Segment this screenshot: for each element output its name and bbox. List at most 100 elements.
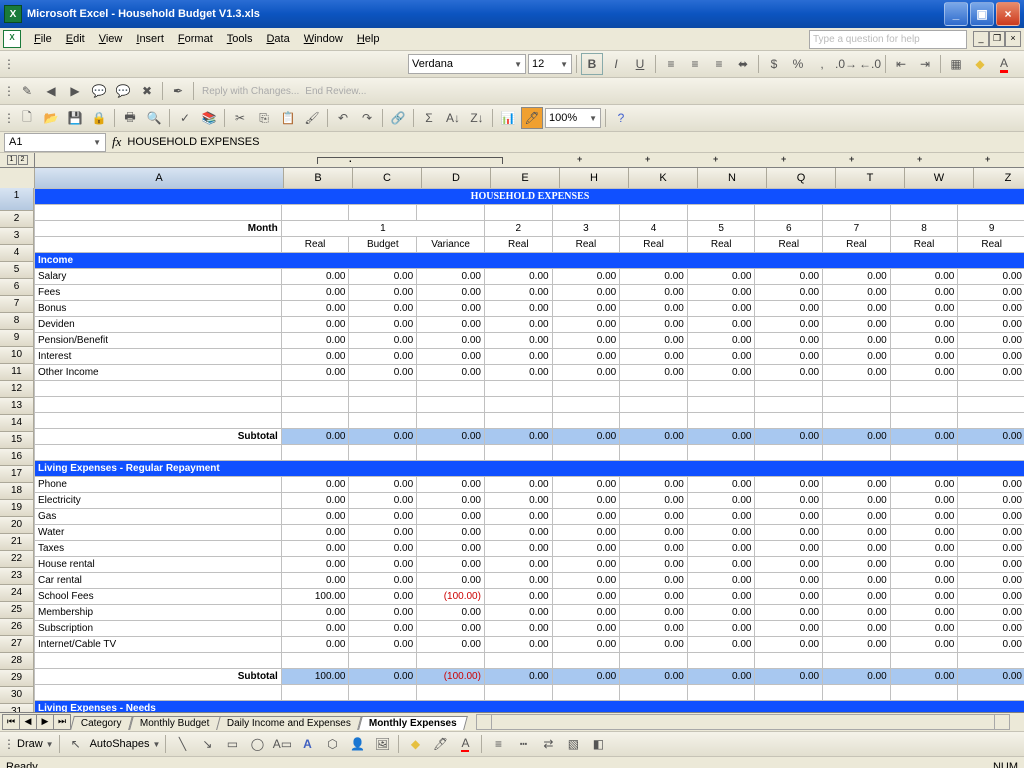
window-minimize-button[interactable]: _	[944, 2, 968, 26]
line-color-button[interactable]: 🖊	[429, 733, 451, 755]
toolbar-grip[interactable]: ⋮	[4, 733, 14, 755]
increase-indent-button[interactable]: ⇥	[914, 53, 936, 75]
borders-button[interactable]: ▦	[945, 53, 967, 75]
sheet-tab-daily-income-and-expenses[interactable]: Daily Income and Expenses	[216, 716, 362, 730]
format-painter-button[interactable]: 🖌	[301, 107, 323, 129]
row-header-30[interactable]: 30	[0, 687, 34, 704]
workbook-restore-button[interactable]: ❐	[989, 31, 1005, 47]
row-header-20[interactable]: 20	[0, 517, 34, 534]
bold-button[interactable]: B	[581, 53, 603, 75]
3d-button[interactable]: ◧	[587, 733, 609, 755]
row-header-18[interactable]: 18	[0, 483, 34, 500]
show-all-comments-button[interactable]: 💬	[112, 80, 134, 102]
row-header-28[interactable]: 28	[0, 653, 34, 670]
row-header-17[interactable]: 17	[0, 466, 34, 483]
arrow-style-button[interactable]: ⇄	[537, 733, 559, 755]
align-center-button[interactable]: ≡	[684, 53, 706, 75]
row-header-27[interactable]: 27	[0, 636, 34, 653]
row-header-22[interactable]: 22	[0, 551, 34, 568]
fill-color-button[interactable]: ◆	[969, 53, 991, 75]
row-header-23[interactable]: 23	[0, 568, 34, 585]
column-group-expand[interactable]: +	[577, 154, 582, 164]
cut-button[interactable]: ✂	[229, 107, 251, 129]
save-button[interactable]: 💾	[64, 107, 86, 129]
column-header-E[interactable]: E	[491, 168, 560, 189]
prev-comment-button[interactable]: ◀	[40, 80, 62, 102]
row-header-15[interactable]: 15	[0, 432, 34, 449]
column-group-expand[interactable]: +	[645, 154, 650, 164]
line-button[interactable]: ╲	[171, 733, 193, 755]
row-header-3[interactable]: 3	[0, 228, 34, 245]
print-preview-button[interactable]: 🔍	[143, 107, 165, 129]
diagram-button[interactable]: ⬡	[321, 733, 343, 755]
merge-center-button[interactable]: ⬌	[732, 53, 754, 75]
column-header-D[interactable]: D	[422, 168, 491, 189]
menu-insert[interactable]: Insert	[129, 31, 171, 47]
row-header-25[interactable]: 25	[0, 602, 34, 619]
align-right-button[interactable]: ≡	[708, 53, 730, 75]
draw-menu[interactable]: Draw	[17, 738, 43, 750]
column-header-A[interactable]: A	[35, 168, 284, 189]
row-header-21[interactable]: 21	[0, 534, 34, 551]
toolbar-grip[interactable]: ⋮	[4, 107, 14, 129]
font-size-selector[interactable]: 12▼	[528, 54, 572, 74]
sort-desc-button[interactable]: Z↓	[466, 107, 488, 129]
oval-button[interactable]: ◯	[246, 733, 268, 755]
help-search-input[interactable]: Type a question for help	[809, 30, 967, 49]
row-header-26[interactable]: 26	[0, 619, 34, 636]
drawing-button[interactable]: 🖊	[521, 107, 543, 129]
textbox-button[interactable]: A▭	[271, 733, 293, 755]
formula-input[interactable]: HOUSEHOLD EXPENSES	[127, 136, 259, 148]
decrease-indent-button[interactable]: ⇤	[890, 53, 912, 75]
row-header-2[interactable]: 2	[0, 211, 34, 228]
arrow-button[interactable]: ↘	[196, 733, 218, 755]
select-objects-button[interactable]: ↖	[65, 733, 87, 755]
underline-button[interactable]: U	[629, 53, 651, 75]
row-header-9[interactable]: 9	[0, 330, 34, 347]
end-review-button[interactable]: End Review...	[305, 86, 366, 97]
new-comment-button[interactable]: ✎	[16, 80, 38, 102]
row-header-5[interactable]: 5	[0, 262, 34, 279]
wordart-button[interactable]: A	[296, 733, 318, 755]
menu-format[interactable]: Format	[171, 31, 220, 47]
column-group-expand[interactable]: +	[849, 154, 854, 164]
toolbar-grip[interactable]: ⋮	[4, 80, 14, 102]
row-header-8[interactable]: 8	[0, 313, 34, 330]
spelling-button[interactable]: ✓	[174, 107, 196, 129]
window-maximize-button[interactable]: ▣	[970, 2, 994, 26]
column-header-T[interactable]: T	[836, 168, 905, 189]
menu-data[interactable]: Data	[259, 31, 296, 47]
picture-button[interactable]: 🖼	[371, 733, 393, 755]
zoom-selector[interactable]: 100%▼	[545, 108, 601, 128]
column-group-expand[interactable]: +	[781, 154, 786, 164]
column-header-C[interactable]: C	[353, 168, 422, 189]
outline-level-buttons[interactable]: 12	[0, 153, 35, 167]
row-header-6[interactable]: 6	[0, 279, 34, 296]
column-header-Q[interactable]: Q	[767, 168, 836, 189]
column-header-K[interactable]: K	[629, 168, 698, 189]
column-header-B[interactable]: B	[284, 168, 353, 189]
reply-with-changes-button[interactable]: Reply with Changes...	[202, 86, 299, 97]
autosum-button[interactable]: Σ	[418, 107, 440, 129]
next-comment-button[interactable]: ▶	[64, 80, 86, 102]
font-color-button[interactable]: A	[993, 53, 1015, 75]
sheet-tab-monthly-expenses[interactable]: Monthly Expenses	[358, 716, 468, 730]
sheet-tab-category[interactable]: Category	[70, 716, 132, 730]
permission-button[interactable]: 🔒	[88, 107, 110, 129]
column-header-W[interactable]: W	[905, 168, 974, 189]
row-header-10[interactable]: 10	[0, 347, 34, 364]
delete-comment-button[interactable]: ✖	[136, 80, 158, 102]
open-button[interactable]: 📂	[40, 107, 62, 129]
align-left-button[interactable]: ≡	[660, 53, 682, 75]
menu-file[interactable]: File	[27, 31, 59, 47]
percent-button[interactable]: %	[787, 53, 809, 75]
undo-button[interactable]: ↶	[332, 107, 354, 129]
column-group-expand[interactable]: +	[917, 154, 922, 164]
sort-asc-button[interactable]: A↓	[442, 107, 464, 129]
clipart-button[interactable]: 👤	[346, 733, 368, 755]
print-button[interactable]: 🖶	[119, 107, 141, 129]
line-style-button[interactable]: ≡	[487, 733, 509, 755]
increase-decimal-button[interactable]: .0→	[835, 53, 857, 75]
paste-button[interactable]: 📋	[277, 107, 299, 129]
column-header-H[interactable]: H	[560, 168, 629, 189]
